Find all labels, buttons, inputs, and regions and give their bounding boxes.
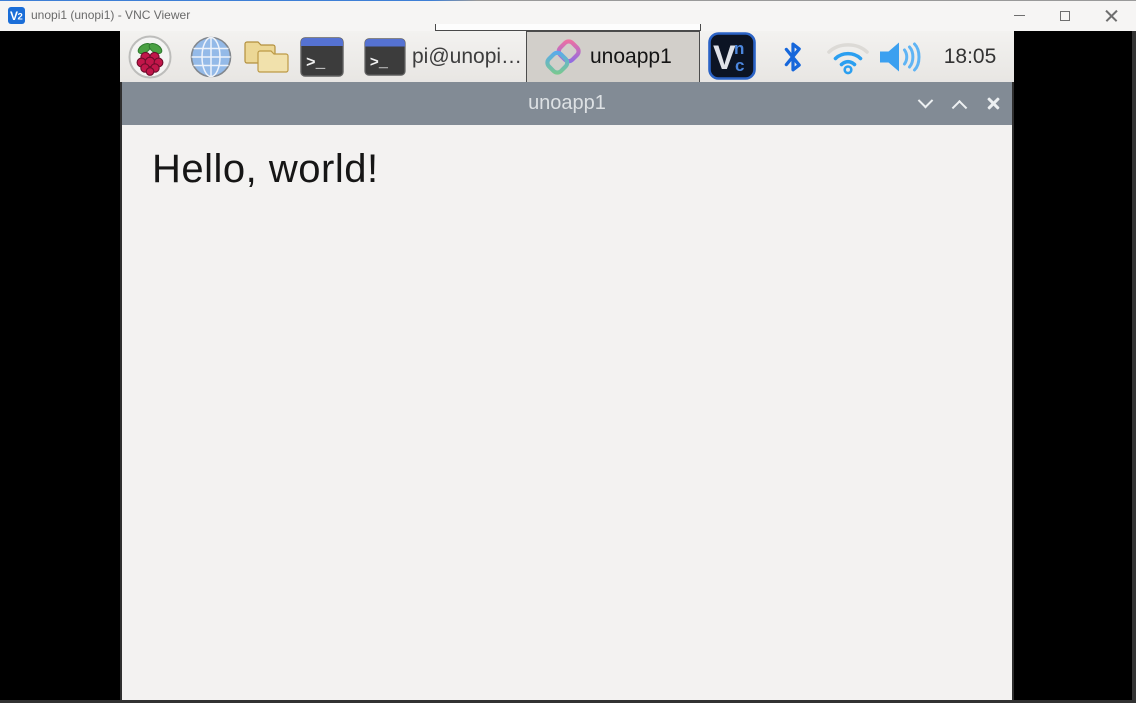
taskbar: >_ >_ pi@unopi… [120, 31, 1014, 82]
minimize-icon [1014, 15, 1025, 16]
unoapp1-window: unoapp1 Hello, world! [120, 82, 1014, 703]
task-unoapp1-label: unoapp1 [590, 45, 672, 69]
unoapp1-titlebar[interactable]: unoapp1 [122, 82, 1012, 125]
menu-button[interactable] [127, 34, 173, 80]
bluetooth-tray-icon[interactable] [780, 31, 806, 82]
unshade-button[interactable] [947, 89, 971, 119]
terminal-button[interactable]: >_ [299, 34, 345, 80]
vnc-icon: V n c [708, 32, 756, 80]
unoapp1-title: unoapp1 [122, 82, 1012, 125]
folders-icon [244, 36, 290, 78]
unoapp1-window-controls [913, 82, 1012, 125]
minimize-button[interactable] [996, 0, 1042, 31]
vnc-viewer-window: V 2 unopi1 (unopi1) - VNC Viewer [0, 0, 1136, 703]
task-terminal[interactable]: >_ pi@unopi… [360, 31, 526, 82]
window-right-border [1132, 31, 1136, 703]
raspberry-icon [128, 35, 172, 79]
taskbar-clock[interactable]: 18:05 [938, 31, 1002, 82]
task-terminal-label: pi@unopi… [412, 45, 522, 69]
svg-text:>_: >_ [370, 53, 389, 71]
bluetooth-icon [781, 38, 805, 76]
wifi-icon [825, 38, 871, 76]
window-title: unopi1 (unopi1) - VNC Viewer [31, 0, 190, 31]
svg-text:>_: >_ [306, 54, 326, 72]
vnc-server-tray-icon[interactable]: V n c [708, 32, 756, 85]
vnc-logo-icon: V 2 [8, 7, 25, 24]
browser-button[interactable] [188, 34, 234, 80]
globe-icon [190, 36, 232, 78]
maximize-icon [1060, 11, 1070, 21]
shade-button[interactable] [913, 89, 937, 119]
svg-text:2: 2 [18, 12, 23, 23]
uno-logo-icon [545, 39, 581, 75]
volume-icon [876, 38, 924, 76]
close-icon [1105, 9, 1118, 22]
chevron-up-icon [951, 100, 967, 116]
terminal-icon: >_ [363, 38, 407, 76]
window-top-border [0, 0, 1136, 1]
terminal-icon: >_ [300, 37, 344, 77]
volume-tray-icon[interactable] [876, 31, 924, 82]
svg-text:c: c [735, 56, 744, 75]
hello-world-text: Hello, world! [152, 147, 379, 192]
file-manager-button[interactable] [244, 34, 290, 80]
wifi-tray-icon[interactable] [825, 31, 871, 82]
maximize-button[interactable] [1042, 0, 1088, 31]
svg-text:V: V [713, 39, 736, 77]
app-close-button[interactable] [981, 89, 1005, 119]
window-controls [996, 0, 1134, 31]
vnc-toolbar-tab[interactable] [435, 24, 701, 31]
close-icon [986, 96, 1001, 111]
unoapp1-content: Hello, world! [122, 125, 1012, 703]
chevron-down-icon [917, 93, 933, 109]
close-button[interactable] [1088, 0, 1134, 31]
task-unoapp1[interactable]: unoapp1 [526, 31, 700, 82]
remote-desktop: >_ >_ pi@unopi… [120, 31, 1014, 703]
